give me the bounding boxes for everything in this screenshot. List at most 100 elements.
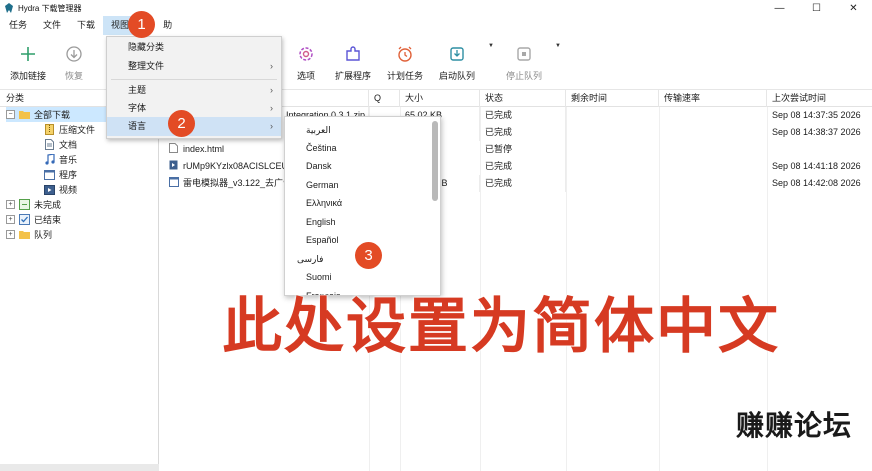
step-badge-2: 2 [168, 110, 195, 137]
instruction-overlay-text: 此处设置为简体中文 [222, 292, 780, 362]
download-circle-icon [63, 43, 85, 65]
language-option-german[interactable]: German [285, 176, 431, 194]
maximize-button[interactable]: ☐ [798, 0, 835, 16]
title-bar: Hydra 下载管理器 — ☐ ✕ [0, 0, 872, 16]
alarm-clock-icon [394, 43, 416, 65]
folder-icon [19, 109, 30, 120]
row-last-try: Sep 08 14:41:18 2026 [772, 161, 861, 171]
scheduler-label: 计划任务 [386, 71, 423, 81]
language-option-czech[interactable]: Čeština [285, 139, 431, 157]
expand-icon[interactable]: + [6, 230, 15, 239]
tree-item-programs[interactable]: 程序 [44, 167, 77, 182]
gear-icon [295, 43, 317, 65]
column-header-size[interactable]: 大小 [400, 90, 480, 107]
options-button[interactable]: 选项 [280, 43, 332, 85]
start-queue-button[interactable]: 启动队列 [431, 43, 483, 85]
extensions-label: 扩展程序 [334, 71, 371, 81]
row-status: 已完成 [480, 175, 566, 192]
menu-item-font[interactable]: 字体 › [107, 99, 281, 118]
expand-icon[interactable]: + [6, 215, 15, 224]
music-note-icon [44, 154, 55, 165]
row-status: 已完成 [480, 107, 566, 124]
tree-item-unfinished[interactable]: + 未完成 [6, 197, 61, 212]
column-header-status[interactable]: 状态 [480, 90, 566, 107]
start-queue-dropdown-icon[interactable]: ▼ [488, 43, 494, 49]
expand-icon[interactable]: + [6, 200, 15, 209]
column-header-last-try[interactable]: 上次尝试时间 [767, 90, 872, 107]
collapse-icon[interactable]: − [6, 110, 15, 119]
archive-icon [44, 124, 55, 135]
column-header-queue[interactable]: Q [369, 90, 400, 107]
tree-label-queues: 队列 [34, 230, 53, 240]
row-status: 已暂停 [480, 141, 566, 158]
menu-separator [111, 79, 277, 80]
minimize-button[interactable]: — [761, 0, 798, 16]
tree-label-programs: 程序 [59, 170, 78, 180]
watermark-text: 赚赚论坛 [735, 409, 852, 442]
tree-item-compressed[interactable]: 压缩文件 [44, 122, 95, 137]
resume-button[interactable]: 恢复 [48, 43, 100, 85]
window-title: Hydra 下载管理器 [18, 3, 82, 13]
tree-item-documents[interactable]: 文档 [44, 137, 77, 152]
stop-queue-label: 停止队列 [505, 71, 542, 81]
tree-item-queues[interactable]: + 队列 [6, 227, 52, 242]
extensions-button[interactable]: 扩展程序 [327, 43, 379, 85]
folder-icon [19, 229, 30, 240]
language-option-arabic[interactable]: العربية [285, 121, 431, 139]
row-filename: 雷电模拟器_v3.122_去广告 [183, 178, 293, 188]
tree-label-music: 音乐 [59, 155, 78, 165]
queue-download-icon [446, 43, 468, 65]
unfinished-icon [19, 199, 30, 210]
menu-task[interactable]: 任务 [0, 16, 35, 35]
tree-item-finished[interactable]: + 已结束 [6, 212, 61, 227]
tree-item-video[interactable]: 视频 [44, 182, 77, 197]
menu-item-organize-files-label: 整理文件 [128, 61, 165, 71]
column-header-remaining[interactable]: 剩余时间 [566, 90, 659, 107]
program-window-icon [44, 169, 55, 180]
menu-item-theme-label: 主题 [128, 85, 147, 95]
language-submenu-scrollbar[interactable] [432, 121, 438, 201]
stop-queue-dropdown-icon[interactable]: ▼ [555, 43, 561, 49]
table-row[interactable]: rUMp9KYzlx08ACISLCEU0 已完成 Sep 08 14:41:1… [160, 158, 872, 175]
menu-item-hide-categories-label: 隐藏分类 [128, 42, 165, 52]
submenu-arrow-icon: › [270, 103, 273, 113]
tree-label-video: 视频 [59, 185, 78, 195]
sidebar-horizontal-scrollbar[interactable] [0, 464, 159, 471]
table-row[interactable]: index.html 已暂停 [160, 141, 872, 158]
menu-item-theme[interactable]: 主题 › [107, 81, 281, 100]
language-option-greek[interactable]: Ελληνικά [285, 194, 431, 212]
options-label: 选项 [296, 71, 315, 81]
close-button[interactable]: ✕ [835, 0, 872, 16]
table-row[interactable]: 雷电模拟器_v3.122_去广告 MB 已完成 Sep 08 14:42:08 … [160, 175, 872, 192]
tree-label-finished: 已结束 [34, 215, 62, 225]
row-status: 已完成 [480, 124, 566, 141]
row-status: 已完成 [480, 158, 566, 175]
language-option-english[interactable]: English [285, 213, 431, 231]
step-badge-1: 1 [128, 11, 155, 38]
menu-file[interactable]: 文件 [35, 16, 69, 35]
add-link-button[interactable]: 添加链接 [2, 43, 54, 85]
row-filename: rUMp9KYzlx08ACISLCEU0 [183, 161, 294, 171]
tree-label-unfinished: 未完成 [34, 200, 62, 210]
language-submenu: العربية Čeština Dansk German Ελληνικά En… [284, 116, 441, 296]
video-icon [44, 184, 55, 195]
step-badge-3: 3 [355, 242, 382, 269]
add-link-label: 添加链接 [9, 71, 46, 81]
menu-item-hide-categories[interactable]: 隐藏分类 [107, 38, 281, 57]
tree-label-compressed: 压缩文件 [59, 125, 96, 135]
stop-queue-button[interactable]: 停止队列 [498, 43, 550, 85]
row-last-try: Sep 08 14:42:08 2026 [772, 178, 861, 188]
resume-label: 恢复 [64, 71, 83, 81]
start-queue-label: 启动队列 [438, 71, 475, 81]
video-file-icon [169, 159, 178, 170]
tree-item-music[interactable]: 音乐 [44, 152, 77, 167]
queue-stop-icon [513, 43, 535, 65]
menu-download[interactable]: 下载 [69, 16, 103, 35]
menu-item-organize-files[interactable]: 整理文件 › [107, 57, 281, 76]
submenu-arrow-icon: › [270, 121, 273, 131]
language-option-danish[interactable]: Dansk [285, 157, 431, 175]
column-header-speed[interactable]: 传输速率 [659, 90, 767, 107]
checkmark-icon [19, 214, 30, 225]
scheduler-button[interactable]: 计划任务 [379, 43, 431, 85]
category-sidebar: 分类 − 全部下载 压缩文件 文档 音乐 程序 视频 + 未完成 + 已结束 +… [0, 90, 159, 471]
